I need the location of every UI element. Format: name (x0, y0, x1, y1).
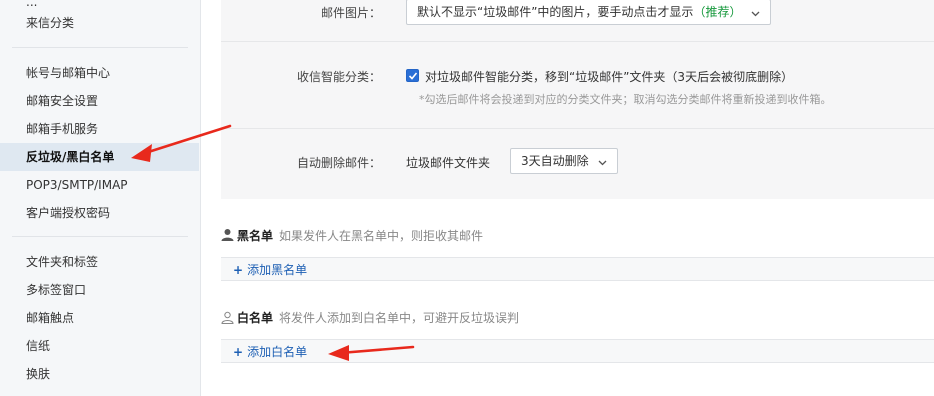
whitelist-add-bar: + 添加白名单 (221, 339, 934, 363)
sidebar-item-client-auth-password[interactable]: 客户端授权密码 (0, 199, 199, 227)
sidebar-item-mail-touchpoint[interactable]: 邮箱触点 (0, 304, 199, 332)
spam-folder-text: 垃圾邮件文件夹 (406, 156, 491, 170)
sidebar-item-pop3-smtp-imap[interactable]: POP3/SMTP/IMAP (0, 171, 199, 199)
auto-delete-dropdown[interactable]: 3天自动删除 (510, 148, 619, 174)
whitelist-desc: 将发件人添加到白名单中，可避开反垃圾误判 (279, 311, 520, 325)
sidebar-item-stationery[interactable]: 信纸 (0, 332, 199, 360)
sidebar-item-mobile-service[interactable]: 邮箱手机服务 (0, 115, 199, 143)
plus-icon: + (233, 345, 244, 359)
user-icon-dark (221, 228, 234, 244)
chevron-down-icon (751, 1, 760, 25)
check-icon (408, 72, 418, 80)
blacklist-title-row: 黑名单 如果发件人在黑名单中，则拒收其邮件 (237, 227, 483, 244)
recommend-tag: （推荐） (693, 5, 742, 19)
sidebar-item-folders-labels[interactable]: 文件夹和标签 (0, 248, 199, 276)
blacklist-title: 黑名单 (237, 229, 274, 243)
mail-image-label: 邮件图片： (320, 6, 381, 20)
anti-spam-settings-panel: 邮件图片： 默认不显示“垃圾邮件”中的图片，要手动点击才显示（推荐） 收信智能分… (221, 0, 934, 199)
mail-image-value: 默认不显示“垃圾邮件”中的图片，要手动点击才显示 (417, 5, 694, 19)
mail-image-dropdown[interactable]: 默认不显示“垃圾邮件”中的图片，要手动点击才显示（推荐） (406, 0, 772, 25)
smart-classify-text[interactable]: 对垃圾邮件智能分类，移到“垃圾邮件”文件夹（3天后会被彻底删除） (425, 68, 793, 85)
sidebar-divider (12, 236, 188, 237)
user-icon-outline (221, 311, 234, 327)
blacklist-add-bar: + 添加黑名单 (221, 257, 934, 281)
smart-classify-label: 收信智能分类： (296, 70, 381, 84)
sidebar-divider (12, 47, 188, 48)
auto-delete-label: 自动删除邮件： (296, 156, 381, 170)
whitelist-title: 白名单 (237, 311, 274, 325)
sidebar-item-skin[interactable]: 换肤 (0, 360, 199, 388)
smart-classify-hint: *勾选后邮件将会投递到对应的分类文件夹；取消勾选分类邮件将重新投递到收件箱。 (419, 93, 832, 106)
smart-classify-checkbox[interactable] (406, 69, 419, 82)
row-divider (221, 41, 934, 42)
plus-icon: + (233, 263, 244, 277)
auto-delete-value: 3天自动删除 (521, 154, 589, 168)
add-whitelist-button[interactable]: + 添加白名单 (233, 340, 307, 364)
sidebar-item-mail-classification[interactable]: 来信分类 (0, 9, 199, 37)
whitelist-title-row: 白名单 将发件人添加到白名单中，可避开反垃圾误判 (237, 309, 519, 326)
sidebar-item-account-center[interactable]: 帐号与邮箱中心 (0, 59, 199, 87)
blacklist-desc: 如果发件人在黑名单中，则拒收其邮件 (279, 229, 484, 243)
row-divider (221, 128, 934, 129)
sidebar-item-anti-spam[interactable]: 反垃圾/黑白名单 (0, 143, 199, 171)
chevron-down-icon (598, 150, 607, 174)
sidebar-item-security-settings[interactable]: 邮箱安全设置 (0, 87, 199, 115)
add-whitelist-label: 添加白名单 (247, 345, 308, 359)
add-blacklist-label: 添加黑名单 (247, 263, 308, 277)
settings-sidebar: ... 来信分类 帐号与邮箱中心 邮箱安全设置 邮箱手机服务 反垃圾/黑白名单 … (0, 0, 201, 396)
add-blacklist-button[interactable]: + 添加黑名单 (233, 258, 307, 282)
sidebar-item-multi-tab-window[interactable]: 多标签窗口 (0, 276, 199, 304)
